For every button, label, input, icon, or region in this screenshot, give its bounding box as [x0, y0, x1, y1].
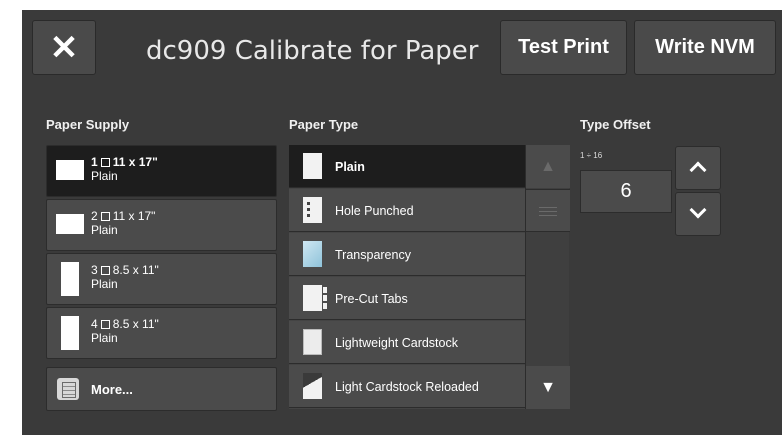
type-offset-field[interactable]: 6 [580, 170, 672, 213]
more-trays-button[interactable]: More... [46, 367, 277, 411]
paper-type-item-transparency[interactable]: Transparency [289, 233, 525, 276]
offset-range: 1 ÷ 16 [580, 151, 603, 160]
test-print-button[interactable]: Test Print [500, 20, 627, 75]
paper-size: 11 x 17" [112, 209, 156, 223]
scroll-thumb[interactable] [526, 189, 570, 232]
paper-type-list: Plain Hole Punched Transparency Pre-Cut … [289, 145, 525, 409]
triangle-up-icon: ▲ [540, 157, 556, 175]
paper-type-item-label: Lightweight Cardstock [335, 336, 458, 350]
paper-type-item-light-cardstock-reloaded[interactable]: Light Cardstock Reloaded [289, 365, 525, 408]
chevron-down-icon [689, 201, 707, 219]
triangle-down-icon: ▼ [540, 378, 556, 396]
paper-size: 11 x 17" [112, 155, 158, 169]
write-nvm-button[interactable]: Write NVM [634, 20, 776, 75]
increment-button[interactable] [675, 146, 721, 190]
paper-portrait-icon [61, 262, 79, 296]
paper-type-value: Plain [91, 331, 118, 345]
page-title: dc909 Calibrate for Paper [146, 36, 479, 66]
close-icon: ✕ [49, 28, 79, 67]
paper-landscape-icon [56, 160, 84, 180]
tray-icon [100, 158, 110, 167]
pre-cut-tabs-icon [303, 285, 327, 311]
tray-number: 4 [91, 317, 98, 331]
paper-type-label: Paper Type [289, 117, 359, 132]
cardstock-icon [303, 329, 322, 355]
reloaded-cardstock-icon [303, 373, 322, 399]
close-button[interactable]: ✕ [32, 20, 96, 75]
hole-punched-paper-icon [303, 197, 322, 223]
paper-type-item-label: Hole Punched [335, 204, 414, 218]
tray-list-icon [57, 378, 79, 400]
paper-type-item-lightweight-cardstock[interactable]: Lightweight Cardstock [289, 321, 525, 364]
paper-type-item-hole-punched[interactable]: Hole Punched [289, 189, 525, 232]
tray-number: 1 [91, 155, 98, 169]
paper-landscape-icon [56, 214, 84, 234]
tray-4-button[interactable]: 4 8.5 x 11" Plain [46, 307, 277, 359]
paper-type-item-label: Pre-Cut Tabs [335, 292, 408, 306]
plain-paper-icon [303, 153, 322, 179]
transparency-icon [303, 241, 322, 267]
tray-3-button[interactable]: 3 8.5 x 11" Plain [46, 253, 277, 305]
chevron-up-icon [689, 161, 707, 179]
paper-size: 8.5 x 11" [112, 263, 159, 277]
paper-type-item-label: Plain [335, 160, 365, 174]
paper-type-value: Plain [91, 223, 118, 237]
paper-size: 8.5 x 11" [112, 317, 159, 331]
paper-type-item-plain[interactable]: Plain [289, 145, 525, 188]
scroll-up-button[interactable]: ▲ [526, 145, 570, 188]
tray-icon [100, 266, 110, 275]
paper-type-value: Plain [91, 169, 118, 183]
paper-type-item-label: Transparency [335, 248, 411, 262]
paper-type-item-pre-cut-tabs[interactable]: Pre-Cut Tabs [289, 277, 525, 320]
tray-icon [100, 320, 110, 329]
decrement-button[interactable] [675, 192, 721, 236]
tray-number: 3 [91, 263, 98, 277]
paper-type-value: Plain [91, 277, 118, 291]
paper-type-scrollbar[interactable]: ▲ ▼ [525, 145, 570, 409]
paper-type-item-label: Light Cardstock Reloaded [335, 380, 479, 394]
paper-supply-label: Paper Supply [46, 117, 130, 132]
type-offset-label: Type Offset [580, 117, 651, 132]
scroll-down-button[interactable]: ▼ [526, 366, 570, 409]
paper-portrait-icon [61, 316, 79, 350]
tray-2-button[interactable]: 2 11 x 17" Plain [46, 199, 277, 251]
calibrate-dialog: ✕ dc909 Calibrate for Paper Test Print W… [22, 10, 782, 435]
tray-1-button[interactable]: 1 11 x 17" Plain [46, 145, 277, 197]
more-label: More... [91, 382, 133, 397]
tray-number: 2 [91, 209, 98, 223]
tray-icon [100, 212, 110, 221]
